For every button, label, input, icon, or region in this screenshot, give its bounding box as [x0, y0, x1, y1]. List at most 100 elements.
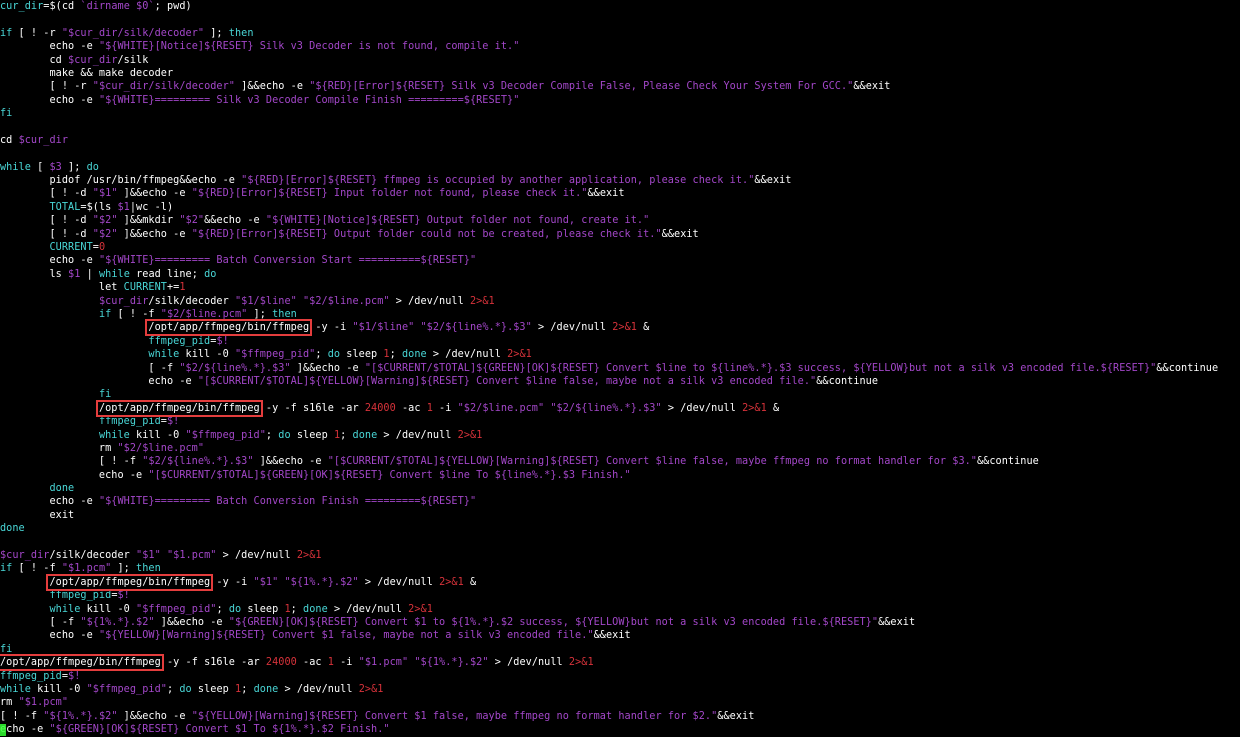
code-token: 2>&1 [612, 322, 637, 334]
code-token: TOTAL [0, 201, 81, 213]
code-token: "$1/$line" "$2/${line%.*}.$3" [352, 322, 532, 334]
code-token: "${RED}[Error]${RESET} ffmpeg is occupie… [241, 175, 755, 187]
code-token: $! [166, 416, 180, 428]
code-line: echo -e "[$CURRENT/$TOTAL]${GREEN}[OK]${… [0, 469, 1240, 482]
code-line: while kill -0 "$ffmpeg_pid"; do sleep 1;… [0, 603, 1240, 616]
code-token: &&exit [853, 81, 891, 93]
code-token: 2>&1 [296, 550, 322, 562]
code-line: pidof /usr/bin/ffmpeg&&echo -e "${RED}[E… [0, 174, 1240, 187]
code-token: ; pwd) [154, 1, 192, 12]
code-token: "$1.pcm" [61, 563, 112, 575]
code-token: do [179, 683, 192, 695]
code-token: ; [315, 349, 328, 361]
code-token: "$2/$line.pcm" "$2/${line%.*}.$3" [457, 402, 662, 414]
code-line: $cur_dir/silk/decoder "$1" "$1.pcm" > /d… [0, 549, 1240, 562]
code-line: cur_dir=$(cd `dirname $0`; pwd) [0, 0, 1240, 13]
code-token: "$2/${line%.*}.$3" [142, 456, 254, 468]
code-line: cd $cur_dir [0, 134, 1240, 147]
code-line: fi [0, 643, 1240, 656]
code-token: [ ! -d [0, 228, 93, 240]
code-token: do [204, 268, 217, 280]
code-token: &&exit [587, 188, 625, 200]
code-line: [ ! -d "$2" ]&&echo -e "${RED}[Error]${R… [0, 228, 1240, 241]
code-token: "${YELLOW}[Warning]${RESET} Convert $1 f… [191, 710, 718, 722]
code-token: "${YELLOW}[Warning]${RESET} Convert $1 f… [98, 630, 594, 642]
code-token: ]&&echo -e [290, 362, 365, 374]
code-token: "$2" [179, 215, 205, 227]
code-token: ; [216, 603, 229, 615]
code-token: "$ffmpeg_pid" [234, 349, 316, 361]
code-token: ffmpeg_pid [98, 416, 161, 428]
code-line: [ ! -f "${1%.*}.$2" ]&&echo -e "${YELLOW… [0, 710, 1240, 723]
code-token: do [228, 603, 242, 615]
code-token: kill -0 [129, 429, 186, 441]
code-token: ; [241, 683, 254, 695]
code-token: $1 [68, 268, 81, 280]
code-token: [ -f [0, 362, 180, 374]
terminal-window[interactable]: cur_dir=$(cd `dirname $0`; pwd) if [ ! -… [0, 0, 1240, 737]
code-token: =$(ls [80, 201, 118, 213]
code-token: kill -0 [80, 603, 137, 615]
code-token: "$ffmpeg_pid" [185, 429, 266, 441]
code-line: while kill -0 "$ffmpeg_pid"; do sleep 1;… [0, 348, 1240, 361]
code-token: ]&&echo -e [154, 616, 229, 628]
code-token: &&exit [661, 228, 699, 240]
text-cursor [0, 724, 6, 736]
code-line: echo -e "${WHITE}[Notice]${RESET} Silk v… [0, 40, 1240, 53]
code-token: kill -0 [30, 683, 87, 695]
code-line: ffmpeg_pid=$! [0, 335, 1240, 348]
code-token: echo -e [0, 496, 99, 508]
code-token: echo -e [0, 630, 99, 642]
code-token: 0 [98, 242, 106, 254]
code-token: "${WHITE}========= Batch Conversion Star… [98, 255, 477, 267]
code-token: "${GREEN}[OK]${RESET} Convert $1 To ${1%… [49, 724, 390, 736]
code-token: $1 [117, 201, 130, 213]
code-token: "[$CURRENT/$TOTAL]${GREEN}[OK]${RESET} C… [148, 469, 631, 481]
code-line: rm "$1.pcm" [0, 696, 1240, 709]
code-token: kill -0 [179, 349, 235, 361]
code-token: 24000 [265, 657, 297, 669]
code-line: [ ! -d "$2" ]&&mkdir "$2"&&echo -e "${WH… [0, 214, 1240, 227]
code-token: "${1%.*}.$2" [43, 710, 118, 722]
code-token: "${RED}[Error]${RESET} Silk v3 Decoder C… [309, 81, 854, 93]
code-token: do [86, 161, 99, 173]
code-line: [ ! -f "$2/${line%.*}.$3" ]&&echo -e "[$… [0, 455, 1240, 468]
code-token: "${RED}[Error]${RESET} Output folder cou… [191, 228, 662, 240]
code-line: /opt/app/ffmpeg/bin/ffmpeg -y -i "$1/$li… [0, 319, 1240, 337]
code-token: | [80, 268, 99, 280]
code-token: `dirname $0` [80, 1, 155, 12]
code-token: ls [0, 268, 69, 280]
code-token: ]&&echo -e [117, 710, 192, 722]
code-token: done [401, 349, 427, 361]
code-token: ]; [111, 563, 137, 575]
code-token: > /dev/null [488, 657, 569, 669]
code-token: $cur_dir [0, 550, 50, 562]
code-token: $! [216, 335, 229, 347]
code-token: "$2/${line%.*}.$3" [179, 362, 291, 374]
code-token: $! [117, 590, 130, 602]
code-token: done [49, 483, 75, 495]
code-token: -y -f s16le -ar [259, 402, 365, 414]
code-token: $cur_dir [98, 295, 149, 307]
code-token: ; [265, 429, 279, 441]
code-token: "${1%.*}.$2" [80, 616, 155, 628]
code-token: > /dev/null [327, 603, 409, 615]
highlighted-ffmpeg-path: /opt/app/ffmpeg/bin/ffmpeg [0, 654, 164, 672]
code-token: ; [290, 603, 304, 615]
code-token: let [0, 282, 124, 294]
code-line: ffmpeg_pid=$! [0, 670, 1240, 683]
code-token: 1 [179, 282, 186, 294]
code-token: > /dev/null [278, 683, 359, 695]
code-token: echo -e [0, 41, 99, 53]
code-token: [ ! -r [0, 81, 93, 93]
code-token: & [636, 322, 650, 334]
code-token: "$ffmpeg_pid" [136, 603, 217, 615]
highlighted-ffmpeg-path: /opt/app/ffmpeg/bin/ffmpeg [46, 573, 214, 591]
code-token: ffmpeg_pid [49, 590, 112, 602]
